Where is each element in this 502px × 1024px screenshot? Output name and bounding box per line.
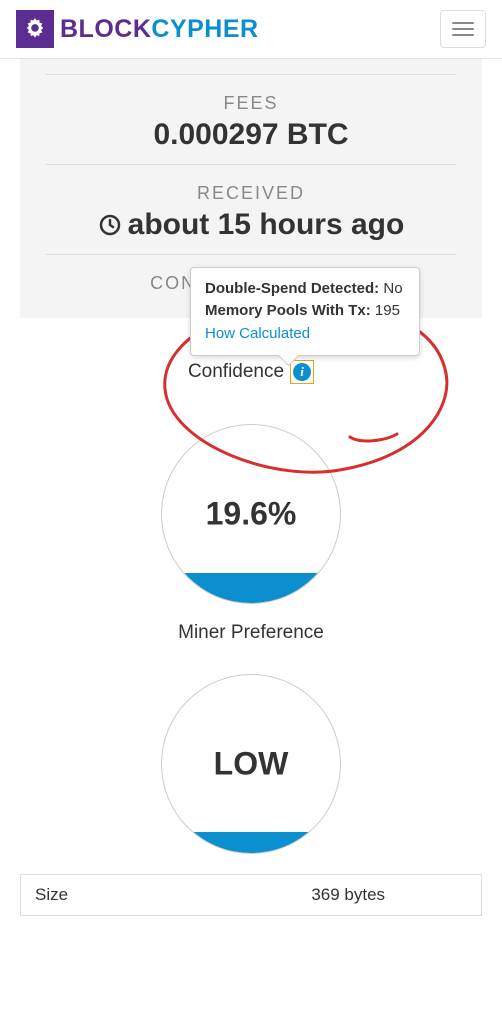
confidence-tooltip: Double-Spend Detected: No Memory Pools W… [190,267,420,357]
received-label: RECEIVED [46,183,456,204]
confidence-label: Confidence [188,361,284,383]
gauge-fill [162,573,340,603]
hamburger-menu-icon[interactable] [440,10,486,48]
tooltip-mempool: Memory Pools With Tx: 195 [205,300,405,323]
logo[interactable]: BLOCKCYPHER [16,10,259,48]
logo-text: BLOCKCYPHER [60,15,259,44]
confidence-info-wrapper: i [290,360,314,384]
navbar: BLOCKCYPHER [0,0,502,59]
confidence-value: 19.6% [206,496,297,533]
miner-preference-gauge: LOW [0,674,502,854]
clock-icon [98,213,122,237]
fees-value: 0.000297 BTC [46,118,456,152]
miner-preference-value: LOW [214,746,289,783]
received-time-text: about 15 hours ago [128,208,405,242]
miner-preference-label: Miner Preference [178,622,324,644]
size-label: Size [35,885,229,905]
size-value: 369 bytes [229,885,467,905]
tooltip-double-spend: Double-Spend Detected: No [205,278,405,301]
received-value: about 15 hours ago [46,208,456,242]
table-row: Size 369 bytes [20,874,482,916]
logo-gear-icon [16,10,54,48]
fees-label: FEES [46,93,456,114]
gauge-fill [162,832,340,853]
confidence-row: Confidence i Double-Spend Detected: No M… [0,360,502,384]
how-calculated-link[interactable]: How Calculated [205,325,310,342]
info-icon[interactable]: i [293,363,311,381]
confidence-gauge: 19.6% Miner Preference [0,424,502,644]
